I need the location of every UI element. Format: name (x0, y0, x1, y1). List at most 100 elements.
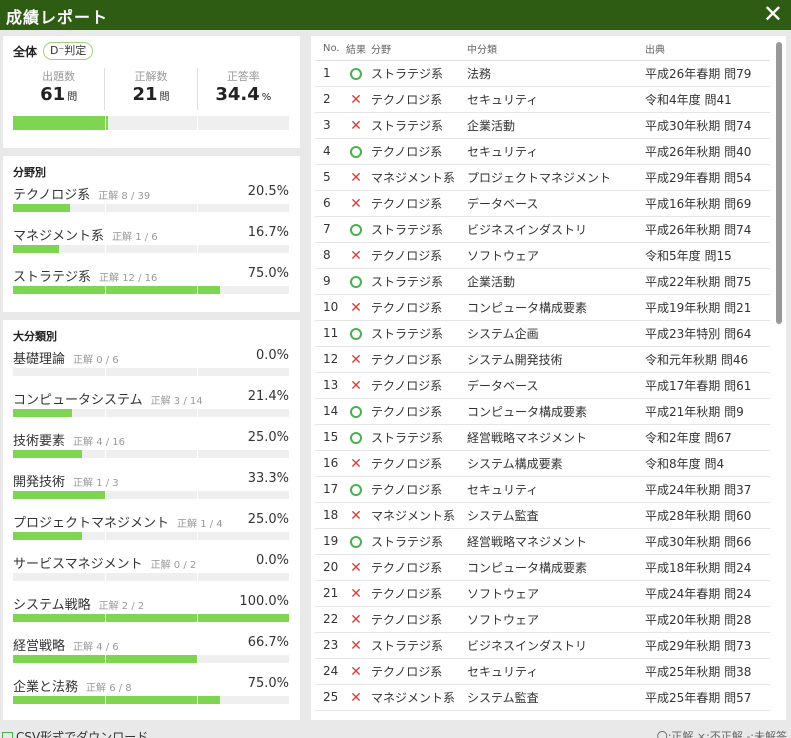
field-name: ストラテジ系 (13, 270, 92, 285)
table-row[interactable]: 9 ストラテジ系 企業活動 平成22年秋期 問75 (315, 268, 770, 295)
col-no: No. (315, 38, 341, 61)
major-bar (13, 491, 289, 499)
cell-source: 平成23年特別 問64 (645, 320, 770, 347)
cell-no: 5 (315, 164, 341, 191)
table-row[interactable]: 13 ✕ テクノロジ系 データベース 平成17年春期 問61 (315, 372, 770, 399)
table-row[interactable]: 23 ✕ ストラテジ系 ビジネスインダストリ 平成29年秋期 問73 (315, 632, 770, 659)
cell-no: 20 (315, 554, 341, 581)
major-row: 開発技術 正解 1 / 3 33.3% (13, 471, 289, 505)
table-row[interactable]: 4 テクノロジ系 セキュリティ 平成26年秋期 問40 (315, 138, 770, 165)
major-row: システム戦略 正解 2 / 2 100.0% (13, 594, 289, 628)
overall-progress-bar (13, 116, 289, 130)
title-bar: 成績レポート ✕ (0, 0, 791, 30)
cell-field: テクノロジ系 (371, 242, 467, 269)
table-row[interactable]: 22 ✕ テクノロジ系 ソフトウェア 平成20年秋期 問28 (315, 606, 770, 633)
cell-result: ✕ (341, 606, 371, 633)
cell-no: 15 (315, 424, 341, 451)
cell-field: テクノロジ系 (371, 190, 467, 217)
table-row[interactable]: 8 ✕ テクノロジ系 ソフトウェア 令和5年度 問15 (315, 242, 770, 269)
field-card: 分野別 テクノロジ系 正解 8 / 39 20.5% マネジメント系 正解 1 / 6 1… (3, 156, 300, 312)
col-result: 結果 (341, 38, 371, 61)
incorrect-icon: ✕ (350, 663, 362, 680)
col-field: 分野 (371, 38, 467, 61)
cell-no: 6 (315, 190, 341, 217)
major-percent: 21.4% (247, 389, 289, 404)
cell-result: ✕ (341, 242, 371, 269)
table-row[interactable]: 1 ストラテジ系 法務 平成26年春期 問79 (315, 60, 770, 87)
table-row[interactable]: 3 ✕ ストラテジ系 企業活動 平成30年秋期 問74 (315, 112, 770, 139)
cell-no: 2 (315, 86, 341, 113)
cell-source: 平成30年秋期 問66 (645, 528, 770, 555)
table-row[interactable]: 2 ✕ テクノロジ系 セキュリティ 令和4年度 問41 (315, 86, 770, 113)
table-row[interactable]: 17 テクノロジ系 セキュリティ 平成24年秋期 問37 (315, 476, 770, 503)
table-row[interactable]: 6 ✕ テクノロジ系 データベース 平成16年秋期 問69 (315, 190, 770, 217)
cell-no: 1 (315, 60, 341, 87)
cell-result: ✕ (341, 658, 371, 685)
table-row[interactable]: 11 ストラテジ系 システム企画 平成23年特別 問64 (315, 320, 770, 347)
incorrect-icon: ✕ (350, 585, 362, 602)
incorrect-icon: ✕ (350, 559, 362, 576)
cell-result (341, 60, 371, 87)
cell-no: 14 (315, 398, 341, 425)
table-row[interactable]: 5 ✕ マネジメント系 プロジェクトマネジメント 平成29年春期 問54 (315, 164, 770, 191)
table-scrollbar[interactable] (776, 42, 782, 324)
correct-icon (350, 67, 362, 80)
table-row[interactable]: 21 ✕ テクノロジ系 ソフトウェア 平成24年春期 問24 (315, 580, 770, 607)
major-bar (13, 573, 289, 581)
col-source: 出典 (645, 38, 770, 61)
cell-mid: ソフトウェア (467, 606, 645, 633)
table-row[interactable]: 10 ✕ テクノロジ系 コンピュータ構成要素 平成19年秋期 問21 (315, 294, 770, 321)
major-percent: 25.0% (247, 512, 289, 527)
table-row[interactable]: 25 ✕ マネジメント系 システム監査 平成25年春期 問57 (315, 684, 770, 711)
major-bar-fill (13, 696, 220, 704)
table-row[interactable]: 12 ✕ テクノロジ系 システム開発技術 令和元年秋期 問46 (315, 346, 770, 373)
stat-rate: 正答率 34.4% (196, 68, 289, 110)
cell-mid: セキュリティ (467, 476, 645, 503)
cell-no: 21 (315, 580, 341, 607)
major-correct-count: 正解 2 / 2 (98, 601, 145, 612)
field-name: テクノロジ系 (13, 188, 91, 203)
csv-download-link[interactable]: CSV形式でダウンロード (2, 728, 148, 738)
overall-progress-fill (13, 116, 108, 130)
field-bar-fill (13, 286, 220, 294)
table-row[interactable]: 19 ストラテジ系 経営戦略マネジメント 平成30年秋期 問66 (315, 528, 770, 555)
cell-no: 19 (315, 528, 341, 555)
overall-card: 全体 D⁻判定 出題数 61 問 正解数 21 問 正答率 34.4% (3, 36, 300, 148)
cell-source: 平成20年秋期 問28 (645, 606, 770, 633)
table-row[interactable]: 20 ✕ テクノロジ系 コンピュータ構成要素 平成18年秋期 問24 (315, 554, 770, 581)
correct-icon (350, 431, 362, 444)
table-row[interactable]: 18 ✕ マネジメント系 システム監査 平成28年秋期 問60 (315, 502, 770, 529)
incorrect-icon: ✕ (350, 637, 362, 654)
major-percent: 0.0% (255, 553, 289, 568)
cell-mid: セキュリティ (467, 138, 645, 165)
table-row[interactable]: 14 テクノロジ系 コンピュータ構成要素 平成21年秋期 問9 (315, 398, 770, 425)
col-mid: 中分類 (467, 38, 645, 61)
cell-field: テクノロジ系 (371, 476, 467, 503)
cell-no: 13 (315, 372, 341, 399)
close-icon[interactable]: ✕ (763, 1, 783, 27)
cell-field: テクノロジ系 (371, 372, 467, 399)
table-row[interactable]: 16 ✕ テクノロジ系 システム構成要素 令和8年度 問4 (315, 450, 770, 477)
major-row: プロジェクトマネジメント 正解 1 / 4 25.0% (13, 512, 289, 546)
table-row[interactable]: 15 ストラテジ系 経営戦略マネジメント 令和2年度 問67 (315, 424, 770, 451)
table-row[interactable]: 7 ストラテジ系 ビジネスインダストリ 平成26年秋期 問74 (315, 216, 770, 243)
incorrect-icon: ✕ (350, 247, 362, 264)
table-row[interactable]: 24 ✕ テクノロジ系 セキュリティ 平成25年秋期 問38 (315, 658, 770, 685)
correct-icon (350, 223, 362, 236)
field-name: マネジメント系 (13, 229, 105, 244)
major-row: 経営戦略 正解 4 / 6 66.7% (13, 635, 289, 669)
cell-source: 令和2年度 問67 (645, 424, 770, 451)
cell-mid: セキュリティ (467, 658, 645, 685)
major-name: サービスマネジメント (13, 557, 143, 572)
stat-correct: 正解数 21 問 (104, 68, 196, 110)
cell-field: ストラテジ系 (371, 320, 467, 347)
major-percent: 100.0% (239, 594, 289, 609)
cell-source: 平成16年秋期 問69 (645, 190, 770, 217)
field-section-title: 分野別 (13, 166, 46, 179)
cell-field: テクノロジ系 (371, 606, 467, 633)
cell-source: 平成22年秋期 問75 (645, 268, 770, 295)
incorrect-icon: ✕ (350, 377, 362, 394)
major-correct-count: 正解 1 / 4 (177, 519, 223, 530)
incorrect-icon: ✕ (350, 91, 362, 108)
cell-mid: システム企画 (467, 320, 645, 347)
